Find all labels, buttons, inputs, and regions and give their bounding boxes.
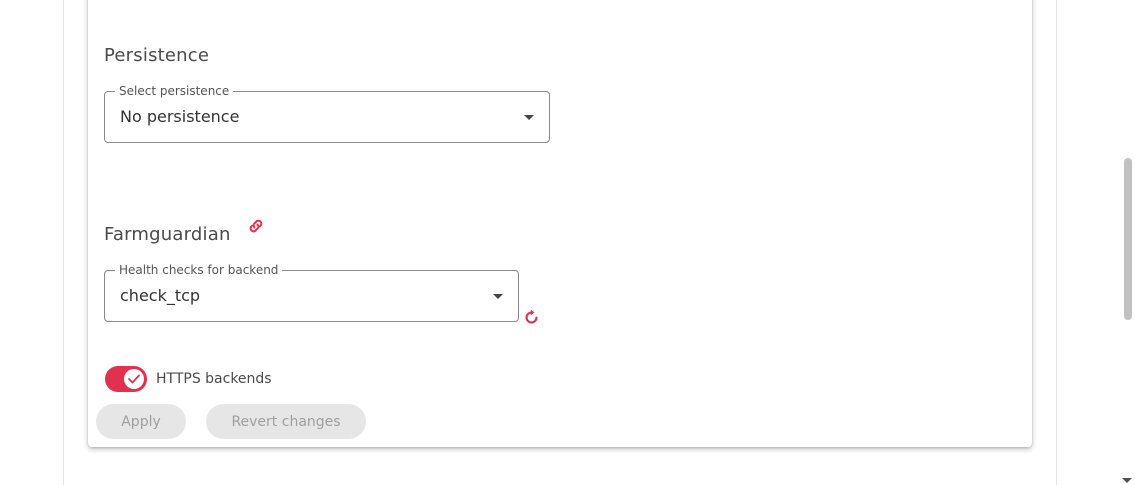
check-icon [128, 374, 140, 384]
refresh-icon[interactable] [523, 309, 540, 330]
page-border-left [63, 0, 64, 485]
health-check-select-value: check_tcp [120, 286, 201, 305]
health-check-select[interactable]: Health checks for backend check_tcp [104, 263, 519, 322]
scrollbar-thumb[interactable] [1124, 158, 1132, 320]
toggle-knob [124, 369, 144, 389]
scroll-down-arrow-icon[interactable] [1122, 478, 1132, 483]
chevron-down-icon [493, 294, 503, 299]
persistence-title: Persistence [104, 45, 210, 66]
https-backends-label: HTTPS backends [156, 371, 272, 387]
https-backends-toggle[interactable] [105, 366, 147, 392]
chevron-down-icon [524, 115, 534, 120]
link-icon[interactable] [247, 217, 265, 239]
farmguardian-title: Farmguardian [104, 224, 231, 245]
persistence-select-legend: Select persistence [115, 84, 234, 98]
revert-changes-button[interactable]: Revert changes [206, 404, 366, 439]
persistence-select-value: No persistence [120, 107, 240, 126]
page-border-right [1056, 0, 1057, 485]
page-scrollbar[interactable] [1118, 0, 1135, 485]
apply-button[interactable]: Apply [96, 404, 186, 439]
health-check-select-legend: Health checks for backend [115, 263, 283, 277]
persistence-select[interactable]: Select persistence No persistence [104, 84, 550, 143]
